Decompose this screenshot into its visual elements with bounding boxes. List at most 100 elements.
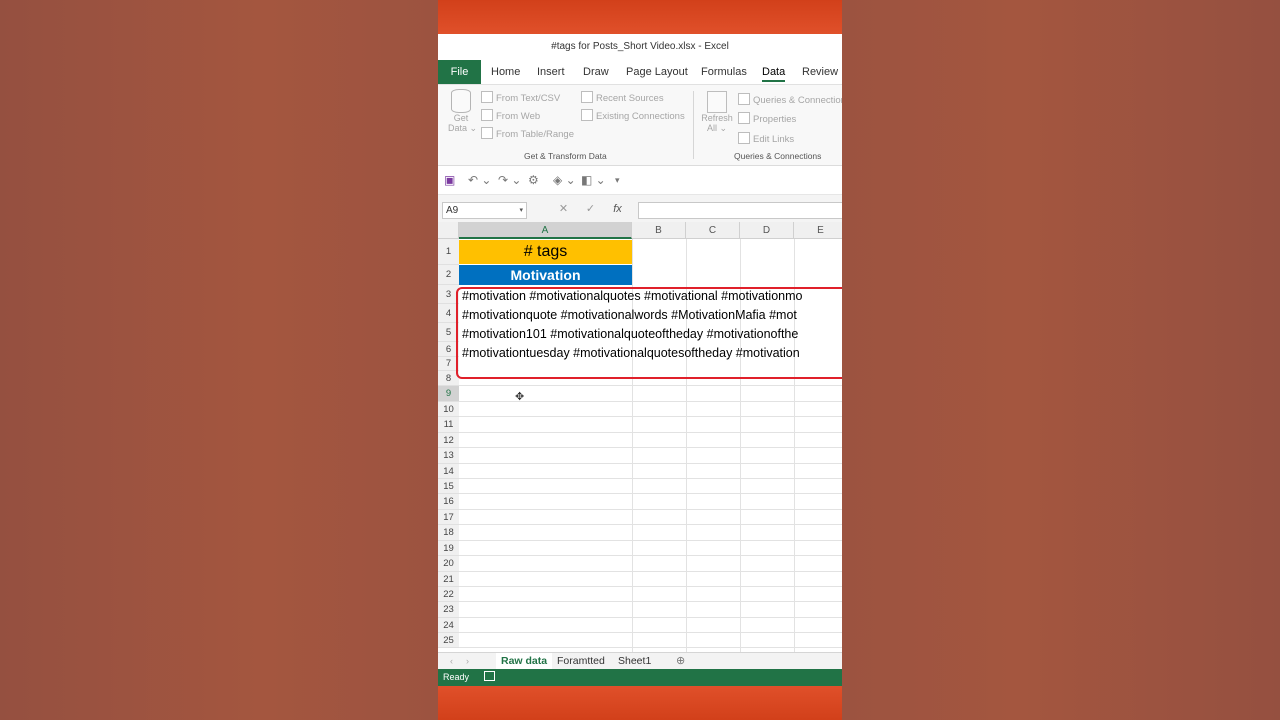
save-icon[interactable]: ▣ bbox=[444, 173, 455, 187]
background-right bbox=[842, 0, 1280, 720]
tab-data[interactable]: Data bbox=[762, 60, 786, 84]
column-header-a[interactable]: A bbox=[459, 222, 632, 239]
column-header-d[interactable]: D bbox=[740, 222, 794, 239]
row-header[interactable]: 24 bbox=[438, 618, 459, 633]
from-table-range-button[interactable]: From Table/Range bbox=[481, 127, 574, 140]
refresh-label2: All ⌄ bbox=[706, 123, 728, 133]
gridline bbox=[459, 586, 842, 587]
from-web-button[interactable]: From Web bbox=[481, 109, 540, 122]
column-header-e[interactable]: E bbox=[794, 222, 842, 239]
gridline bbox=[459, 617, 842, 618]
background-left bbox=[0, 0, 438, 720]
tab-review[interactable]: Review bbox=[802, 60, 838, 84]
edit-links-button[interactable]: Edit Links bbox=[738, 132, 794, 145]
queries-connections-button[interactable]: Queries & Connections bbox=[738, 93, 842, 106]
name-box[interactable]: A9 ▾ bbox=[442, 202, 527, 219]
sheet-tab-foramtted[interactable]: Foramtted bbox=[552, 653, 610, 669]
gridline bbox=[459, 524, 842, 525]
properties-icon bbox=[738, 112, 750, 124]
web-icon bbox=[481, 109, 493, 121]
gridline bbox=[459, 540, 842, 541]
gridline bbox=[459, 509, 842, 510]
table-icon bbox=[481, 127, 493, 139]
worksheet-grid[interactable]: A B C D E # tags Motivation #motivation … bbox=[438, 222, 842, 652]
cell-a1[interactable]: # tags bbox=[459, 240, 632, 264]
gridline bbox=[459, 401, 842, 402]
video-frame-bottom bbox=[438, 686, 842, 720]
text-file-icon bbox=[481, 91, 493, 103]
get-data-button[interactable]: Get Data ⌄ bbox=[448, 89, 478, 134]
tab-file[interactable]: File bbox=[438, 60, 481, 84]
row-header[interactable]: 2 bbox=[438, 265, 459, 285]
row-header[interactable]: 18 bbox=[438, 525, 459, 541]
row-header[interactable]: 19 bbox=[438, 541, 459, 556]
window-title: #tags for Posts_Short Video.xlsx - Excel bbox=[551, 41, 729, 52]
insert-function-icon[interactable]: fx bbox=[604, 203, 631, 215]
row-header[interactable]: 15 bbox=[438, 479, 459, 494]
enter-icon[interactable]: ✓ bbox=[577, 202, 604, 215]
get-data-label2: Data ⌄ bbox=[448, 123, 478, 133]
column-header-c[interactable]: C bbox=[686, 222, 740, 239]
gridline bbox=[459, 555, 842, 556]
row-header[interactable]: 20 bbox=[438, 556, 459, 572]
tab-formulas[interactable]: Formulas bbox=[701, 60, 747, 84]
gridline bbox=[459, 632, 842, 633]
row-header[interactable]: 17 bbox=[438, 510, 459, 525]
gridline bbox=[459, 478, 842, 479]
gridline bbox=[459, 463, 842, 464]
row-header[interactable]: 21 bbox=[438, 572, 459, 587]
select-all-corner[interactable] bbox=[438, 222, 459, 239]
gridline bbox=[459, 416, 842, 417]
tab-insert[interactable]: Insert bbox=[537, 60, 565, 84]
row-header[interactable]: 12 bbox=[438, 433, 459, 448]
gridline bbox=[459, 447, 842, 448]
redo-icon[interactable]: ↷ ⌄ bbox=[498, 173, 521, 187]
gridline bbox=[459, 647, 842, 648]
accessibility-icon[interactable] bbox=[483, 671, 495, 681]
sheet-next-icon[interactable]: › bbox=[466, 653, 469, 669]
existing-connections-button[interactable]: Existing Connections bbox=[581, 109, 685, 122]
from-text-csv-button[interactable]: From Text/CSV bbox=[481, 91, 560, 104]
tab-draw[interactable]: Draw bbox=[583, 60, 609, 84]
row-header[interactable]: 14 bbox=[438, 464, 459, 479]
tab-home[interactable]: Home bbox=[491, 60, 520, 84]
get-data-label: Get bbox=[453, 113, 469, 123]
sheet-tab-sheet1[interactable]: Sheet1 bbox=[613, 653, 656, 669]
gridline bbox=[459, 493, 842, 494]
ribbon-tabs: File Home Insert Draw Page Layout Formul… bbox=[438, 60, 842, 85]
row-header[interactable]: 1 bbox=[438, 239, 459, 265]
status-bar: Ready bbox=[438, 669, 842, 686]
row-header[interactable]: 10 bbox=[438, 402, 459, 417]
fill-color-icon[interactable]: ◈ ⌄ bbox=[553, 173, 576, 187]
link-icon bbox=[738, 132, 750, 144]
sheet-prev-icon[interactable]: ‹ bbox=[450, 653, 453, 669]
tab-page-layout[interactable]: Page Layout bbox=[626, 60, 688, 84]
format-painter-icon[interactable]: ⚙ bbox=[528, 173, 539, 187]
customize-toolbar-icon[interactable]: ▾ bbox=[615, 175, 620, 186]
undo-icon[interactable]: ↶ ⌄ bbox=[468, 173, 491, 187]
ribbon-data: Get Data ⌄ From Text/CSV From Web From T… bbox=[438, 85, 842, 166]
cell-a2[interactable]: Motivation bbox=[459, 265, 632, 285]
recent-sources-button[interactable]: Recent Sources bbox=[581, 91, 664, 104]
group-label-get-transform: Get & Transform Data bbox=[524, 151, 607, 161]
recent-icon bbox=[581, 91, 593, 103]
formula-input[interactable] bbox=[638, 202, 842, 219]
add-sheet-icon[interactable]: ⊕ bbox=[676, 653, 685, 669]
formula-buttons: ✕ ✓ fx bbox=[550, 202, 631, 215]
row-header[interactable]: 11 bbox=[438, 417, 459, 433]
shapes-icon[interactable]: ◧ ⌄ bbox=[581, 173, 606, 187]
connections-icon bbox=[581, 109, 593, 121]
ribbon-separator bbox=[693, 91, 694, 159]
cancel-icon[interactable]: ✕ bbox=[550, 202, 577, 215]
refresh-all-button[interactable]: Refresh All ⌄ bbox=[701, 91, 733, 134]
properties-button[interactable]: Properties bbox=[738, 112, 796, 125]
sheet-tabs-bar: ‹ › Raw data Foramtted Sheet1 ⊕ bbox=[438, 652, 842, 671]
row-header[interactable]: 25 bbox=[438, 633, 459, 648]
row-header[interactable]: 13 bbox=[438, 448, 459, 464]
row-header[interactable]: 22 bbox=[438, 587, 459, 602]
column-header-b[interactable]: B bbox=[632, 222, 686, 239]
row-header[interactable]: 16 bbox=[438, 494, 459, 510]
row-header[interactable]: 9 bbox=[438, 386, 459, 402]
row-header[interactable]: 23 bbox=[438, 602, 459, 618]
gridline bbox=[459, 601, 842, 602]
